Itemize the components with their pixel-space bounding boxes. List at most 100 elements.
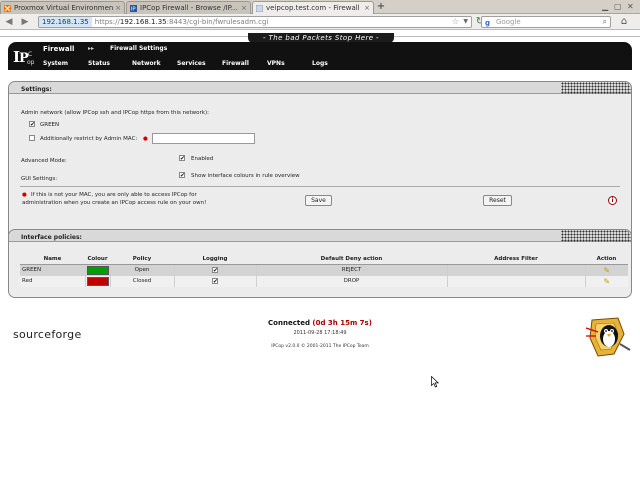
breadcrumb-arrow-icon: ▸▸: [88, 45, 95, 52]
admin-network-label: Admin network (allow IPCop ssh and IPCop…: [21, 110, 209, 116]
connected-label: Connected: [268, 319, 310, 327]
column-header-address-filter: Address Filter: [447, 254, 585, 265]
green-label: GREEN: [40, 122, 60, 128]
search-input[interactable]: g Google ⌕: [481, 16, 611, 28]
cell-colour: [84, 275, 110, 287]
menu-vpns[interactable]: VPNs: [267, 60, 285, 67]
pencil-icon[interactable]: ✎: [603, 266, 610, 275]
url-host: 192.168.1.35: [119, 18, 167, 26]
panel-dots-decoration: [561, 82, 631, 94]
reset-button[interactable]: Reset: [483, 195, 512, 206]
cell-logging: ✔: [173, 275, 256, 287]
site-identity-badge[interactable]: 192.168.1.35: [39, 17, 92, 27]
cell-address-filter: [446, 264, 585, 276]
interface-policies-panel: Interface policies: Name Colour Policy L…: [8, 229, 632, 298]
bookmark-star-icon[interactable]: ☆: [452, 17, 459, 27]
tab-label: IPCop Firewall - Browse /IP...: [140, 4, 238, 12]
restrict-mac-label: Additionally restrict by Admin MAC:: [40, 136, 138, 142]
search-placeholder: Google: [496, 18, 521, 26]
menu-firewall[interactable]: Firewall: [222, 60, 249, 67]
svg-text:op: op: [27, 59, 35, 66]
cell-colour: [84, 264, 110, 276]
logging-checkbox[interactable]: ✔: [212, 277, 218, 284]
column-header-name: Name: [20, 254, 85, 265]
menu-system[interactable]: System: [43, 60, 68, 67]
column-header-deny-action: Default Deny action: [256, 254, 447, 265]
minimize-icon[interactable]: ▁: [602, 2, 608, 11]
browser-tab-ipcop-browse[interactable]: IP IPCop Firewall - Browse /IP... ×: [126, 1, 251, 14]
table-row-red: Red Closed ✔ DROP ✎: [20, 275, 628, 287]
mac-note-line-2: administration when you create an IPCop …: [22, 200, 207, 206]
copyright-text: IPCop v2.0.0 © 2001-2011 The IPCop Team: [271, 344, 369, 349]
history-dropdown-icon[interactable]: ▼: [463, 17, 468, 27]
settings-panel-title: Settings:: [9, 82, 631, 94]
cell-name: GREEN: [20, 264, 85, 276]
required-marker-icon: ●: [143, 136, 148, 142]
mouse-cursor-icon: [431, 376, 439, 388]
cell-policy: Closed: [109, 275, 174, 287]
column-header-logging: Logging: [174, 254, 256, 265]
browser-tab-bar: Proxmox Virtual Environment × IP IPCop F…: [0, 0, 640, 14]
column-header-policy: Policy: [110, 254, 174, 265]
address-bar[interactable]: 192.168.1.35 https://192.168.1.35:8443/cg…: [38, 16, 472, 28]
cell-action: ✎: [584, 264, 628, 276]
restrict-mac-checkbox[interactable]: [29, 135, 35, 141]
cell-policy: Open: [109, 264, 174, 276]
close-tab-icon[interactable]: ×: [364, 4, 370, 12]
cell-deny-action: DROP: [255, 275, 447, 287]
browser-tab-proxmox[interactable]: Proxmox Virtual Environment ×: [0, 1, 125, 14]
ipcop-favicon-icon: IP: [130, 4, 137, 12]
back-arrow-icon[interactable]: ◀: [3, 16, 15, 28]
search-icon[interactable]: ⌕: [603, 17, 607, 27]
browser-nav-bar: ◀ ▶ 192.168.1.35 https://192.168.1.35:844…: [0, 14, 640, 30]
interface-policies-table: Name Colour Policy Logging Default Deny …: [20, 254, 628, 287]
cell-action: ✎: [584, 275, 628, 287]
menu-logs[interactable]: Logs: [312, 60, 328, 67]
admin-mac-input[interactable]: [152, 133, 255, 144]
menu-status[interactable]: Status: [88, 60, 110, 67]
close-tab-icon[interactable]: ×: [115, 4, 121, 12]
page-title: Firewall: [43, 45, 75, 53]
save-button[interactable]: Save: [305, 195, 332, 206]
interface-colours-label: Show interface colours in rule overview: [191, 173, 300, 179]
gui-settings-label: GUI Settings:: [21, 176, 58, 182]
ipcop-header: I P C op Firewall ▸▸ Firewall Settings S…: [8, 42, 632, 70]
table-row-green: GREEN Open ✔ REJECT ✎: [20, 264, 628, 276]
info-icon[interactable]: i: [608, 196, 617, 205]
column-header-colour: Colour: [85, 254, 110, 265]
cell-name: Red: [20, 275, 85, 287]
advanced-mode-checkbox[interactable]: ✔: [179, 155, 185, 162]
pencil-icon[interactable]: ✎: [603, 277, 610, 286]
colour-swatch: [86, 276, 109, 286]
menu-network[interactable]: Network: [132, 60, 161, 67]
url-path: :8443/cgi-bin/fwrulesadm.cgi: [166, 18, 269, 26]
maximize-icon[interactable]: ▢: [614, 2, 622, 11]
close-tab-icon[interactable]: ×: [241, 4, 247, 12]
url-scheme: https://: [94, 18, 120, 26]
page-favicon-icon: [256, 4, 263, 12]
panel-dots-decoration: [561, 230, 631, 242]
home-icon[interactable]: ⌂: [617, 16, 631, 28]
forward-arrow-icon[interactable]: ▶: [19, 16, 31, 28]
close-window-icon[interactable]: ✕: [627, 2, 634, 11]
green-checkbox[interactable]: ✔: [29, 121, 35, 128]
advanced-enabled-label: Enabled: [191, 156, 214, 162]
current-datetime: 2011-09-28 17:18:49: [293, 330, 347, 336]
new-tab-button[interactable]: +: [376, 2, 386, 12]
menu-services[interactable]: Services: [177, 60, 206, 67]
ipcop-tux-mascot-icon: [585, 317, 631, 357]
mac-note-line-1: If this is not your MAC, you are only ab…: [31, 192, 197, 198]
uptime-value: (0d 3h 15m 7s): [312, 319, 372, 327]
ipcop-logo-icon: I P C op: [11, 44, 41, 68]
page-content: - The bad Packets Stop Here - I P C op F…: [0, 31, 640, 500]
settings-panel: Settings: Admin network (allow IPCop ssh…: [8, 81, 632, 247]
table-header-row: Name Colour Policy Logging Default Deny …: [20, 254, 628, 265]
interface-colours-checkbox[interactable]: ✔: [179, 172, 185, 179]
note-marker-icon: ●: [22, 192, 27, 198]
logging-checkbox[interactable]: ✔: [212, 266, 218, 273]
cell-address-filter: [446, 275, 585, 287]
cell-logging: ✔: [173, 264, 256, 276]
browser-tab-veipcop[interactable]: veipcop.test.com - Firewall ... ×: [252, 1, 374, 14]
breadcrumb-current: Firewall Settings: [110, 45, 168, 52]
cell-deny-action: REJECT: [255, 264, 447, 276]
